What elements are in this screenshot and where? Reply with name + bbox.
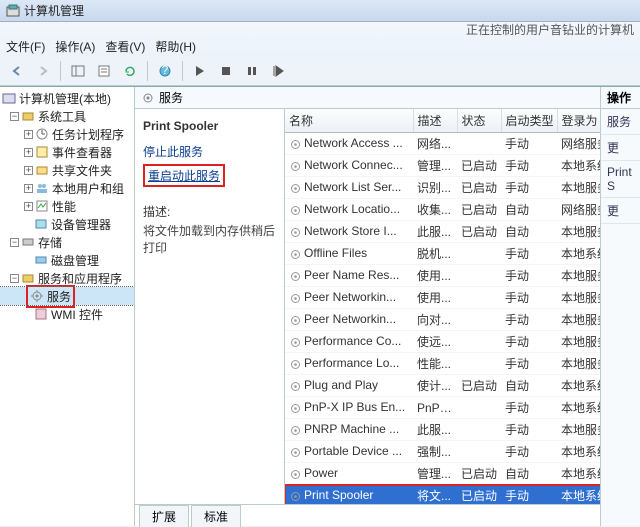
table-row[interactable]: PnP-X IP Bus En...PnP-...手动本地系统: [285, 397, 600, 419]
tree-wmi[interactable]: WMI 控件: [0, 305, 134, 323]
help-button[interactable]: ?: [154, 60, 176, 82]
services-table-pane[interactable]: 名称 描述 状态 启动类型 登录为 Network Access ...网络..…: [285, 109, 600, 504]
window-title: 计算机管理: [24, 2, 84, 19]
table-row[interactable]: PNRP Machine ...此服...手动本地服务: [285, 419, 600, 441]
actions-pane: 操作 服务 更 Print S 更: [600, 87, 640, 526]
table-row[interactable]: Plug and Play使计...已启动自动本地系统: [285, 375, 600, 397]
show-hide-button[interactable]: [67, 60, 89, 82]
menu-file[interactable]: 文件(F): [6, 38, 45, 55]
pause-button[interactable]: [241, 60, 263, 82]
table-row[interactable]: Power管理...已启动自动本地系统: [285, 463, 600, 485]
menu-action[interactable]: 操作(A): [55, 38, 95, 55]
desc-text: 将文件加载到内存供稍后打印: [143, 222, 276, 256]
table-row[interactable]: Network Locatio...收集...已启动自动网络服务: [285, 199, 600, 221]
actions-sec1[interactable]: 服务: [601, 109, 640, 135]
content-header: 服务: [135, 87, 600, 109]
refresh-button[interactable]: [119, 60, 141, 82]
tree-storage[interactable]: −存储: [0, 233, 134, 251]
title-bar: 计算机管理: [0, 0, 640, 22]
tree-system-tools[interactable]: −系统工具: [0, 107, 134, 125]
svg-text:?: ?: [162, 64, 169, 77]
service-name: Print Spooler: [143, 119, 276, 133]
restart-service-link[interactable]: 重启动此服务: [148, 169, 220, 183]
tree-task-scheduler[interactable]: +任务计划程序: [0, 125, 134, 143]
tab-standard[interactable]: 标准: [191, 505, 241, 527]
table-row[interactable]: Offline Files脱机...手动本地系统: [285, 243, 600, 265]
services-table[interactable]: 名称 描述 状态 启动类型 登录为 Network Access ...网络..…: [285, 109, 600, 504]
col-name[interactable]: 名称: [285, 109, 413, 133]
view-tabs[interactable]: 扩展 标准: [135, 504, 600, 526]
table-row[interactable]: Network Connec...管理...已启动手动本地系统: [285, 155, 600, 177]
col-status[interactable]: 状态: [457, 109, 501, 133]
tree-device-manager[interactable]: 设备管理器: [0, 215, 134, 233]
menu-view[interactable]: 查看(V): [105, 38, 145, 55]
properties-button[interactable]: [93, 60, 115, 82]
remote-status: 正在控制的用户音钻业的计算机: [0, 22, 640, 36]
tree-shared-folders[interactable]: +共享文件夹: [0, 161, 134, 179]
tree-local-users[interactable]: +本地用户和组: [0, 179, 134, 197]
table-row[interactable]: Print Spooler将文...已启动手动本地系统: [285, 485, 600, 505]
tree-performance[interactable]: +性能: [0, 197, 134, 215]
app-icon: [6, 4, 20, 18]
table-row[interactable]: Network Access ...网络...手动网络服务: [285, 133, 600, 155]
actions-sec4[interactable]: 更: [601, 198, 640, 224]
toolbar: ?: [0, 56, 640, 86]
table-row[interactable]: Performance Lo...性能...手动本地服务: [285, 353, 600, 375]
actions-sec2[interactable]: 更: [601, 135, 640, 161]
stop-button[interactable]: [215, 60, 237, 82]
nav-forward-button[interactable]: [32, 60, 54, 82]
menu-help[interactable]: 帮助(H): [155, 38, 196, 55]
col-desc[interactable]: 描述: [413, 109, 457, 133]
detail-pane: Print Spooler 停止此服务 重启动此服务 描述: 将文件加载到内存供…: [135, 109, 285, 504]
col-startup[interactable]: 启动类型: [501, 109, 557, 133]
desc-label: 描述:: [143, 203, 276, 220]
actions-sec3[interactable]: Print S: [601, 161, 640, 198]
tree-disk-mgmt[interactable]: 磁盘管理: [0, 251, 134, 269]
table-row[interactable]: Network Store I...此服...已启动自动本地服务: [285, 221, 600, 243]
gear-icon: [141, 91, 155, 105]
actions-header: 操作: [601, 87, 640, 109]
content-title: 服务: [159, 89, 183, 106]
table-row[interactable]: Network List Ser...识别...已启动手动本地服务: [285, 177, 600, 199]
stop-service-link[interactable]: 停止此服务: [143, 143, 276, 160]
nav-back-button[interactable]: [6, 60, 28, 82]
col-logon[interactable]: 登录为: [557, 109, 600, 133]
table-row[interactable]: Peer Networkin...使用...手动本地服务: [285, 287, 600, 309]
play-button[interactable]: [189, 60, 211, 82]
nav-tree[interactable]: 计算机管理(本地) −系统工具 +任务计划程序 +事件查看器 +共享文件夹 +本…: [0, 87, 135, 526]
tree-services[interactable]: 服务: [0, 287, 134, 305]
menu-bar[interactable]: 文件(F) 操作(A) 查看(V) 帮助(H): [0, 36, 640, 56]
tree-root[interactable]: 计算机管理(本地): [0, 89, 134, 107]
restart-button[interactable]: [267, 60, 289, 82]
tree-event-viewer[interactable]: +事件查看器: [0, 143, 134, 161]
table-row[interactable]: Portable Device ...强制...手动本地系统: [285, 441, 600, 463]
table-row[interactable]: Peer Name Res...使用...手动本地服务: [285, 265, 600, 287]
table-row[interactable]: Peer Networkin...向对...手动本地服务: [285, 309, 600, 331]
table-row[interactable]: Performance Co...使远...手动本地服务: [285, 331, 600, 353]
tab-extended[interactable]: 扩展: [139, 505, 189, 527]
